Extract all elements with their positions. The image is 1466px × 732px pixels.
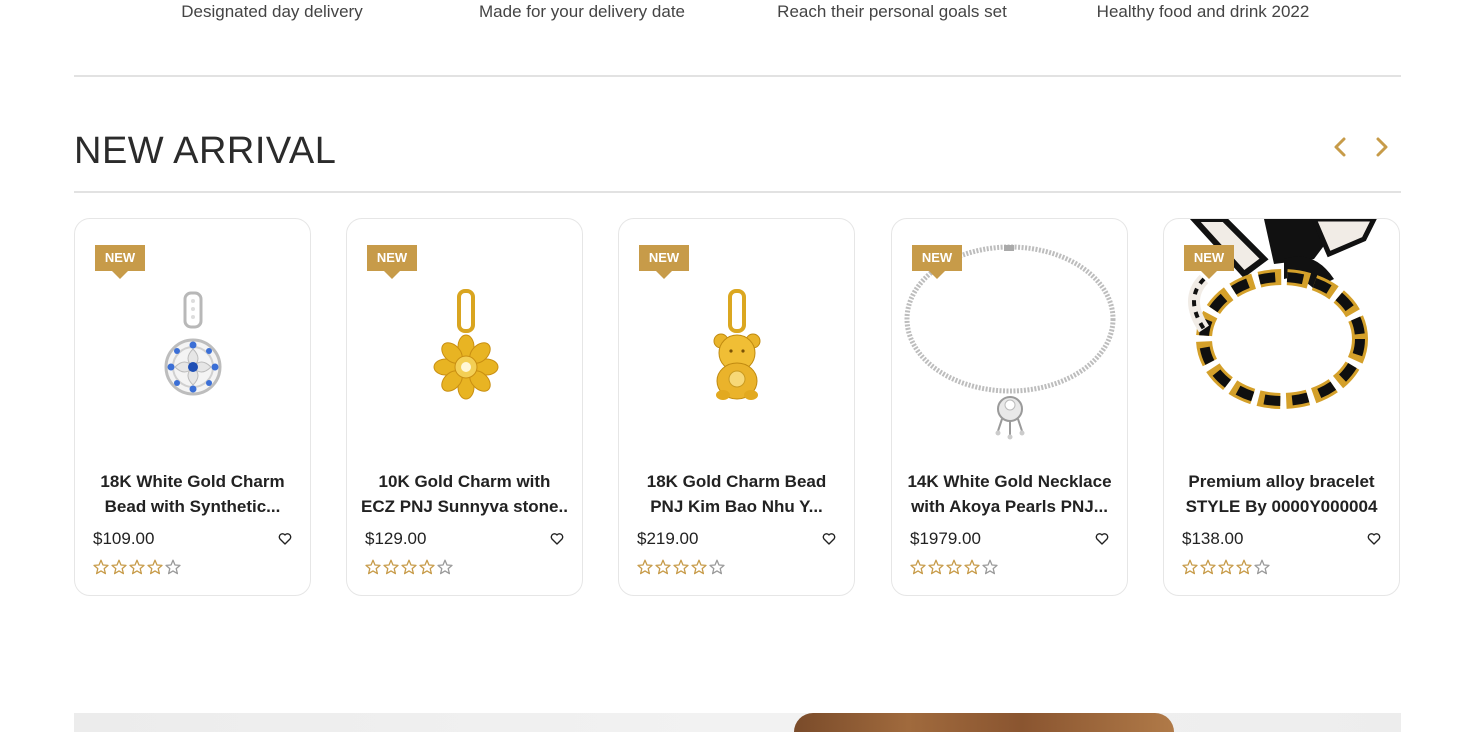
rating-stars — [910, 559, 998, 579]
star-filled-icon — [928, 559, 944, 575]
heart-icon[interactable] — [822, 532, 836, 546]
product-name[interactable]: 18K Gold Charm Bead PNJ Kim Bao Nhu Y... — [633, 469, 840, 521]
product-name[interactable]: 14K White Gold Necklace with Akoya Pearl… — [906, 469, 1113, 521]
product-card[interactable]: NEW 14K White Gold Necklace with Akoya P… — [891, 218, 1128, 596]
star-filled-icon — [1182, 559, 1198, 575]
star-filled-icon — [365, 559, 381, 575]
heart-icon[interactable] — [550, 532, 564, 546]
star-empty-icon — [982, 559, 998, 575]
new-badge: NEW — [1184, 245, 1234, 279]
feature-text: Made for your delivery date — [479, 2, 685, 21]
chevron-right-icon — [1376, 137, 1388, 157]
banner-photo — [794, 713, 1174, 732]
star-filled-icon — [655, 559, 671, 575]
product-name[interactable]: 10K Gold Charm with ECZ PNJ Sunnyva ston… — [361, 469, 568, 521]
heart-icon[interactable] — [278, 532, 292, 546]
chevron-left-icon — [1334, 137, 1346, 157]
star-filled-icon — [401, 559, 417, 575]
star-filled-icon — [419, 559, 435, 575]
product-name[interactable]: 18K White Gold Charm Bead with Synthetic… — [89, 469, 296, 521]
product-card[interactable]: NEW Premium alloy bracelet STYLE By 0000… — [1163, 218, 1400, 596]
new-badge: NEW — [95, 245, 145, 279]
star-filled-icon — [1200, 559, 1216, 575]
product-name[interactable]: Premium alloy bracelet STYLE By 0000Y000… — [1178, 469, 1385, 521]
new-badge: NEW — [912, 245, 962, 279]
product-price: $129.00 — [365, 529, 427, 548]
rating-stars — [637, 559, 725, 579]
product-price: $1979.00 — [910, 529, 981, 548]
feature-text: Reach their personal goals set — [777, 2, 1007, 21]
heart-icon[interactable] — [1095, 532, 1109, 546]
star-empty-icon — [709, 559, 725, 575]
promo-banner-image[interactable] — [74, 713, 1401, 732]
features-bar: Designated day delivery Made for your de… — [0, 0, 1466, 30]
star-filled-icon — [1236, 559, 1252, 575]
star-filled-icon — [383, 559, 399, 575]
product-card[interactable]: NEW 10K Gold Charm with ECZ PNJ Sunnyva … — [346, 218, 583, 596]
product-card[interactable]: NEW 18K Gold Charm Bead PNJ Kim Bao Nhu … — [618, 218, 855, 596]
new-badge: NEW — [639, 245, 689, 279]
rating-stars — [365, 559, 453, 579]
heart-icon[interactable] — [1367, 532, 1381, 546]
star-filled-icon — [964, 559, 980, 575]
divider — [74, 191, 1401, 193]
star-filled-icon — [129, 559, 145, 575]
star-empty-icon — [1254, 559, 1270, 575]
star-filled-icon — [673, 559, 689, 575]
product-price: $219.00 — [637, 529, 699, 548]
feature-text: Designated day delivery — [181, 2, 363, 21]
star-empty-icon — [165, 559, 181, 575]
product-card[interactable]: NEW 18K White Gold Charm Bead with Synth… — [74, 218, 311, 596]
rating-stars — [93, 559, 181, 579]
carousel-prev-button[interactable] — [1328, 134, 1352, 160]
star-filled-icon — [147, 559, 163, 575]
feature-text: Healthy food and drink 2022 — [1096, 2, 1310, 21]
star-empty-icon — [437, 559, 453, 575]
section-title: NEW ARRIVAL — [74, 130, 337, 172]
star-filled-icon — [637, 559, 653, 575]
star-filled-icon — [691, 559, 707, 575]
product-price: $109.00 — [93, 529, 155, 548]
rating-stars — [1182, 559, 1270, 579]
carousel-next-button[interactable] — [1370, 134, 1394, 160]
star-filled-icon — [111, 559, 127, 575]
star-filled-icon — [910, 559, 926, 575]
star-filled-icon — [946, 559, 962, 575]
star-filled-icon — [1218, 559, 1234, 575]
divider — [74, 75, 1401, 77]
star-filled-icon — [93, 559, 109, 575]
product-price: $138.00 — [1182, 529, 1244, 548]
new-badge: NEW — [367, 245, 417, 279]
